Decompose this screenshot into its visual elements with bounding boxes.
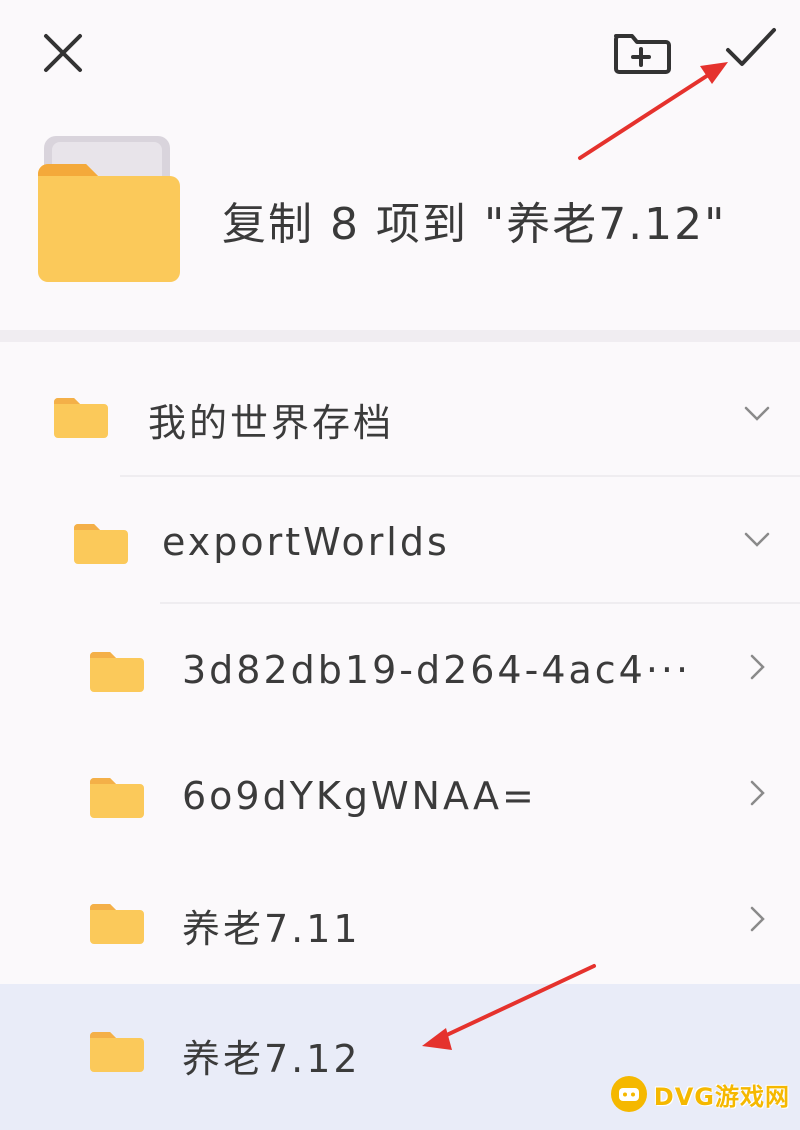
folder-icon xyxy=(90,652,144,692)
check-icon[interactable] xyxy=(720,22,782,76)
chevron-down-icon[interactable] xyxy=(742,524,772,554)
folder-icon xyxy=(38,136,180,282)
divider xyxy=(0,330,800,342)
folder-row[interactable]: 3d82db19-d264-4ac4··· xyxy=(0,604,800,732)
folder-icon xyxy=(90,904,144,944)
watermark: DVG游戏网 xyxy=(610,1072,790,1116)
folder-icon xyxy=(90,1032,144,1072)
copy-destination-header: 复制 8 项到 "养老7.12" xyxy=(0,110,800,330)
watermark-text: DVG游戏网 xyxy=(653,1082,790,1111)
folder-label: exportWorlds xyxy=(162,520,450,564)
folder-row[interactable]: 养老7.11 xyxy=(0,856,800,984)
folder-icon xyxy=(74,524,128,564)
folder-row[interactable]: exportWorlds xyxy=(0,480,800,608)
copy-title: 复制 8 项到 "养老7.12" xyxy=(222,199,727,250)
folder-icon xyxy=(90,778,144,818)
folder-label: 养老7.12 xyxy=(182,1037,361,1081)
folder-icon xyxy=(54,398,108,438)
folder-tree: 我的世界存档 exportWorlds 3d82db19-d264-4ac4··… xyxy=(0,342,800,1130)
top-bar xyxy=(0,0,800,110)
gamepad-icon xyxy=(610,1076,647,1112)
folder-label: 养老7.11 xyxy=(182,907,361,951)
divider xyxy=(120,475,800,477)
close-icon[interactable] xyxy=(38,28,88,78)
folder-label: 我的世界存档 xyxy=(148,401,395,445)
folder-label: 3d82db19-d264-4ac4··· xyxy=(182,648,692,692)
folder-row[interactable]: 6o9dYKgWNAA= xyxy=(0,732,800,860)
new-folder-icon[interactable] xyxy=(610,26,672,76)
chevron-right-icon[interactable] xyxy=(742,904,772,934)
folder-row[interactable]: 我的世界存档 xyxy=(0,352,800,480)
chevron-right-icon[interactable] xyxy=(742,778,772,808)
chevron-right-icon[interactable] xyxy=(742,652,772,682)
chevron-down-icon[interactable] xyxy=(742,398,772,428)
folder-label: 6o9dYKgWNAA= xyxy=(182,774,537,818)
